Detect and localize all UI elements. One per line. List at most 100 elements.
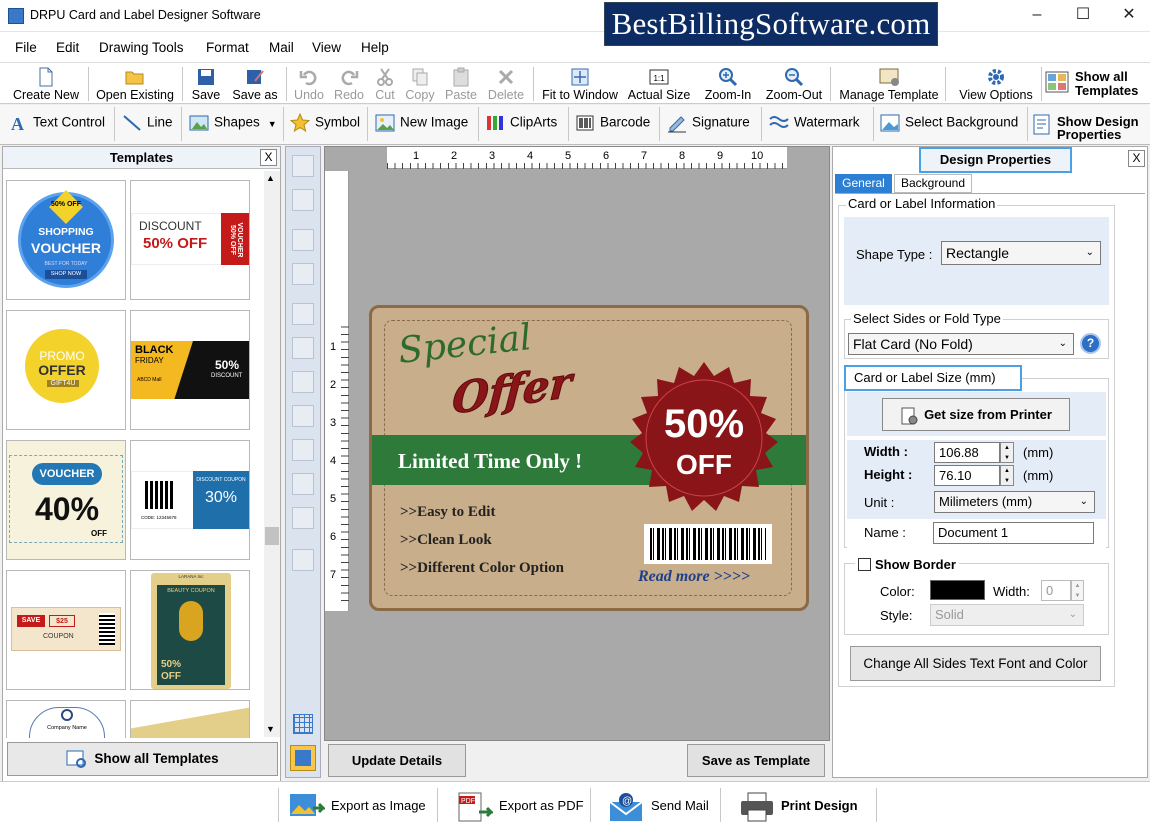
fold-type-select[interactable]: Flat Card (No Fold) ⌄ (848, 333, 1074, 355)
bring-front-icon[interactable] (292, 155, 314, 177)
barcode-button[interactable]: Barcode (575, 113, 650, 139)
width-input[interactable]: 106.88 (934, 442, 1000, 463)
align-top-icon[interactable] (292, 371, 314, 393)
watermark-button[interactable]: Watermark (769, 113, 860, 139)
read-more-text[interactable]: Read more >>>> (638, 568, 750, 586)
tab-background[interactable]: Background (894, 174, 972, 193)
template-thumb-voucher-40[interactable]: VOUCHER 40% OFF (6, 440, 126, 560)
preview-icon[interactable] (290, 745, 316, 771)
open-existing-button[interactable]: Open Existing (92, 65, 178, 103)
shape-type-select[interactable]: Rectangle ⌄ (941, 241, 1101, 265)
show-design-properties-button[interactable]: Show Design Properties (1057, 115, 1139, 141)
actual-size-button[interactable]: 1:1 Actual Size (626, 65, 692, 103)
update-details-button[interactable]: Update Details (328, 744, 466, 777)
template-thumb-coupon-30[interactable]: CODE: 12345678 DISCOUNT COUPON 30% (130, 440, 250, 560)
zoom-in-button[interactable]: Zoom-In (700, 65, 756, 103)
delete-button[interactable]: Delete (484, 65, 528, 103)
cut-button[interactable]: Cut (368, 65, 402, 103)
help-icon[interactable]: ? (1080, 333, 1101, 354)
height-stepper[interactable]: ▲ ▼ (1000, 465, 1014, 486)
banner-text[interactable]: Limited Time Only ! (398, 449, 582, 474)
export-as-image-button[interactable]: Export as Image (289, 788, 426, 824)
manage-template-button[interactable]: Manage Template (836, 65, 942, 103)
close-window-button[interactable]: ✕ (1106, 0, 1150, 31)
new-image-button[interactable]: New Image (375, 113, 468, 139)
maximize-button[interactable]: ☐ (1060, 0, 1106, 31)
save-button[interactable]: Save (187, 65, 225, 103)
name-input[interactable]: Document 1 (933, 522, 1094, 544)
save-as-template-button[interactable]: Save as Template (687, 744, 825, 777)
signature-button[interactable]: Signature (667, 113, 750, 139)
symbol-button[interactable]: Symbol (290, 113, 360, 139)
grid-icon[interactable] (293, 714, 313, 734)
template-thumb-black-friday[interactable]: BLACK FRIDAY ABCD Mall 50% DISCOUNT (130, 310, 250, 430)
export-as-pdf-button[interactable]: PDF Export as PDF (457, 788, 584, 824)
group-icon[interactable] (292, 473, 314, 495)
menu-file[interactable]: File (15, 40, 37, 55)
cliparts-button[interactable]: ClipArts (485, 113, 557, 139)
menu-format[interactable]: Format (206, 40, 249, 55)
bullet-1[interactable]: >>Easy to Edit (400, 504, 495, 521)
card-design[interactable]: Special Offer Limited Time Only ! 50% OF… (369, 305, 809, 611)
show-all-templates-toolbar-button[interactable]: Show all Templates (1075, 70, 1138, 98)
bullet-2[interactable]: >>Clean Look (400, 532, 492, 549)
template-thumb-beauty-coupon[interactable]: LARANA Inc BEAUTY COUPON 50% OFF (130, 570, 250, 690)
view-options-button[interactable]: View Options (952, 65, 1040, 103)
templates-close-button[interactable]: X (260, 149, 277, 166)
move-icon[interactable] (292, 507, 314, 529)
show-border-checkbox[interactable]: Show Border (855, 557, 959, 572)
border-width-stepper[interactable]: ▲ ▼ (1071, 580, 1084, 601)
get-size-from-printer-button[interactable]: Get size from Printer (882, 398, 1070, 431)
show-all-templates-button[interactable]: Show all Templates (7, 742, 278, 776)
minimize-button[interactable]: – (1014, 0, 1060, 31)
template-thumb-promo-offer[interactable]: PROMO OFFER GIFT4U (6, 310, 126, 430)
bullet-3[interactable]: >>Different Color Option (400, 560, 564, 577)
menu-drawing-tools[interactable]: Drawing Tools (99, 40, 184, 55)
menu-edit[interactable]: Edit (56, 40, 79, 55)
line-button[interactable]: Line (122, 113, 173, 139)
zoom-icon[interactable] (292, 549, 314, 571)
paste-button[interactable]: Paste (442, 65, 480, 103)
width-stepper[interactable]: ▲ ▼ (1000, 442, 1014, 463)
redo-button[interactable]: Redo (330, 65, 368, 103)
template-thumb-save-25[interactable]: SAVE $25 COUPON (6, 570, 126, 690)
design-canvas[interactable]: 1 2 3 4 5 6 7 8 9 10 1 2 3 4 5 6 7 Speci… (324, 146, 830, 741)
template-thumb-shopping-voucher[interactable]: 50% OFF SHOPPING VOUCHER BEST FOR TODAY … (6, 180, 126, 300)
tab-general[interactable]: General (835, 174, 892, 193)
align-center-icon[interactable] (292, 439, 314, 461)
copy-button[interactable]: Copy (402, 65, 438, 103)
templates-scrollbar[interactable]: ▲ ▼ (264, 171, 280, 737)
change-font-color-button[interactable]: Change All Sides Text Font and Color (850, 646, 1101, 681)
send-back-icon[interactable] (292, 189, 314, 211)
align-left-icon[interactable] (292, 303, 314, 325)
menu-help[interactable]: Help (361, 40, 389, 55)
properties-close-button[interactable]: X (1128, 150, 1145, 167)
unit-select[interactable]: Milimeters (mm) ⌄ (934, 491, 1095, 513)
lock-icon[interactable] (292, 229, 314, 251)
send-mail-button[interactable]: @ Send Mail (609, 788, 709, 824)
print-design-button[interactable]: Print Design (739, 788, 858, 824)
border-style-select[interactable]: Solid ⌄ (930, 604, 1084, 626)
border-color-swatch[interactable] (930, 580, 985, 600)
template-thumb-discount-50[interactable]: DISCOUNT 50% OFF VOUCHER 50% OFF (130, 180, 250, 300)
unlock-icon[interactable] (292, 263, 314, 285)
save-as-button[interactable]: Save as (229, 65, 281, 103)
fit-to-window-button[interactable]: Fit to Window (538, 65, 622, 103)
template-thumb-partial[interactable] (130, 700, 250, 738)
template-thumb-company-card[interactable]: Company Name (6, 700, 126, 738)
text-control-button[interactable]: A Text Control (8, 113, 105, 139)
select-background-button[interactable]: Select Background (880, 113, 1018, 139)
menu-view[interactable]: View (312, 40, 341, 55)
templates-preview-icon (66, 749, 88, 769)
card-barcode[interactable] (644, 524, 772, 564)
scroll-thumb[interactable] (265, 527, 279, 545)
align-bottom-icon[interactable] (292, 405, 314, 427)
shapes-button[interactable]: Shapes ▼ (189, 113, 277, 139)
height-input[interactable]: 76.10 (934, 465, 1000, 486)
align-right-icon[interactable] (292, 337, 314, 359)
create-new-button[interactable]: Create New (8, 65, 84, 103)
undo-button[interactable]: Undo (290, 65, 328, 103)
zoom-out-button[interactable]: Zoom-Out (762, 65, 826, 103)
border-width-input[interactable]: 0 (1041, 580, 1071, 601)
menu-mail[interactable]: Mail (269, 40, 294, 55)
